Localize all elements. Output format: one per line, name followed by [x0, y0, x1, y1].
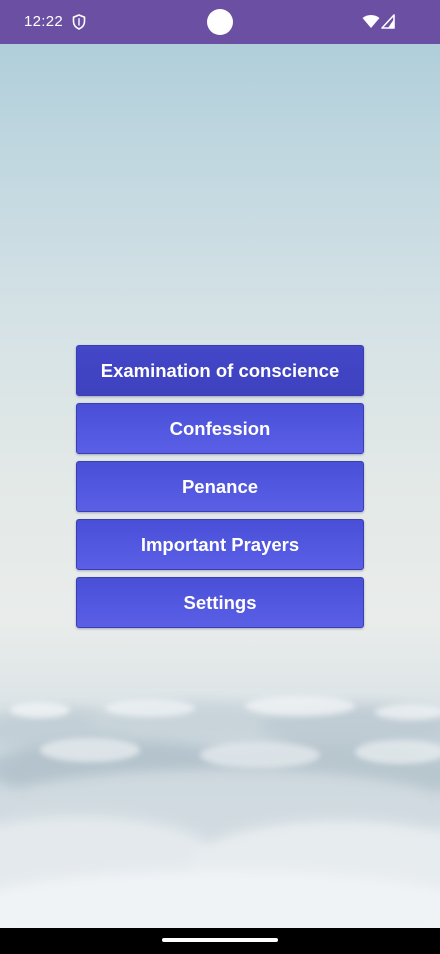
important-prayers-button[interactable]: Important Prayers	[76, 519, 364, 570]
settings-button[interactable]: Settings	[76, 577, 364, 628]
examination-of-conscience-button[interactable]: Examination of conscience	[76, 345, 364, 396]
main-menu: Examination of conscience Confession Pen…	[76, 345, 364, 635]
signal-icon	[381, 14, 395, 29]
navigation-bar	[0, 928, 440, 954]
home-gesture-handle[interactable]	[162, 938, 278, 942]
confession-button[interactable]: Confession	[76, 403, 364, 454]
wifi-icon	[362, 15, 380, 28]
shield-icon	[72, 14, 86, 30]
status-bar: 12:22	[0, 0, 440, 44]
camera-cutout	[207, 9, 233, 35]
app-screen: 12:22 Examination of conscience Confessi…	[0, 0, 440, 954]
cloud-background	[0, 696, 440, 930]
penance-button[interactable]: Penance	[76, 461, 364, 512]
status-time: 12:22	[24, 13, 64, 30]
